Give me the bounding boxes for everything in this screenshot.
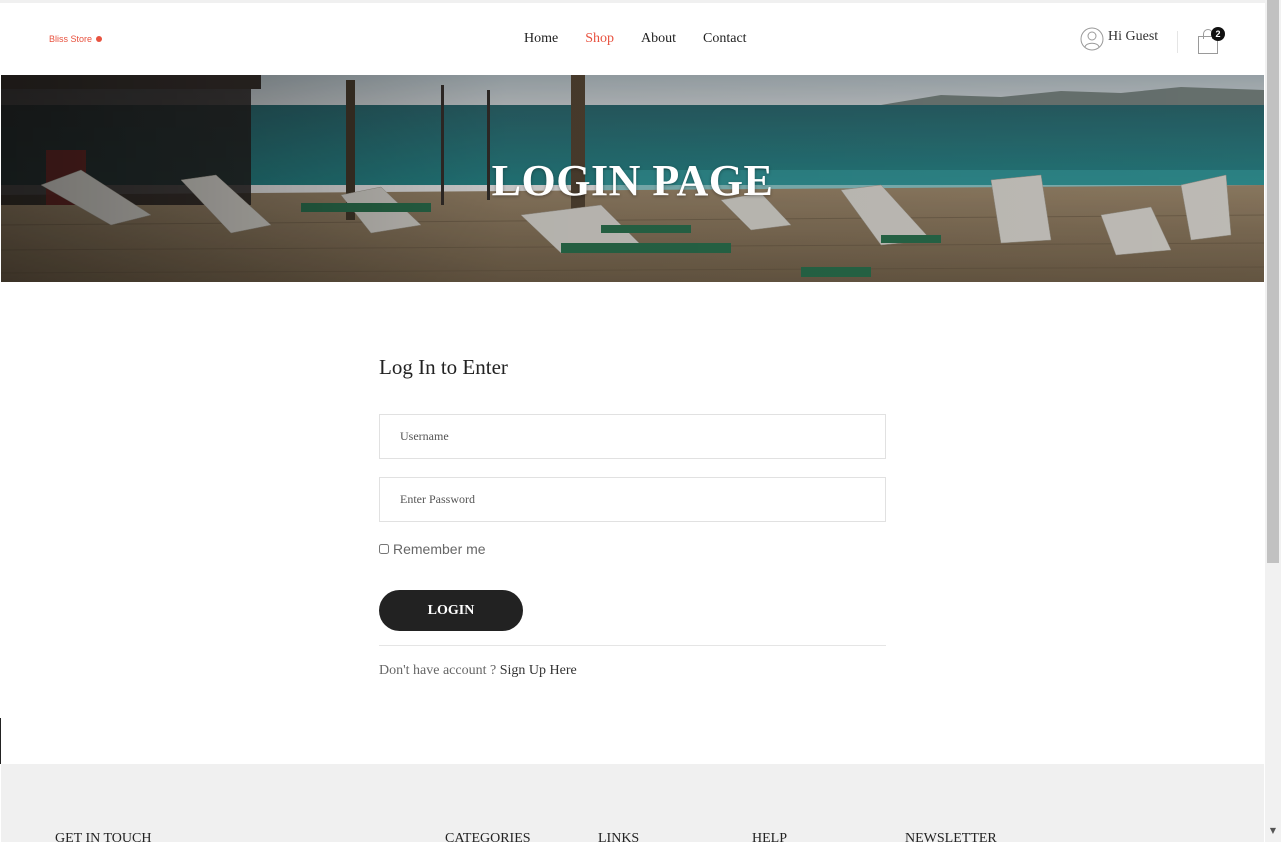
signup-prompt: Don't have account ? Sign Up Here	[379, 663, 577, 679]
site-footer: GET IN TOUCH CATEGORIES LINKS HELP NEWSL…	[1, 764, 1264, 842]
password-input[interactable]	[379, 477, 886, 522]
nav-item-about[interactable]: About	[641, 31, 676, 47]
login-form: Log In to Enter Remember me LOGIN Don't …	[379, 355, 886, 678]
footer-heading-links: LINKS	[598, 831, 640, 842]
nav-item-shop[interactable]: Shop	[585, 31, 614, 47]
site-header: Bliss Store Home Shop About Contact Hi G…	[0, 3, 1265, 75]
hero-banner: LOGIN PAGE	[1, 75, 1264, 282]
footer-heading-get-in-touch: GET IN TOUCH	[55, 831, 152, 842]
remember-me-label: Remember me	[393, 541, 486, 557]
left-edge-line	[0, 718, 1, 764]
remember-me-checkbox[interactable]	[379, 544, 389, 554]
cart-button[interactable]: 2	[1197, 27, 1227, 55]
scroll-down-arrow-icon[interactable]: ▼	[1268, 826, 1278, 836]
signup-prompt-text: Don't have account ?	[379, 663, 500, 678]
cart-count-badge: 2	[1211, 27, 1225, 41]
login-button[interactable]: LOGIN	[379, 590, 523, 631]
footer-heading-categories: CATEGORIES	[445, 831, 531, 842]
remember-me[interactable]: Remember me	[379, 541, 486, 557]
nav-item-contact[interactable]: Contact	[703, 31, 747, 47]
username-input[interactable]	[379, 414, 886, 459]
page-scrollbar[interactable]: ▼	[1265, 0, 1281, 842]
brand-name: Bliss Store	[49, 34, 93, 44]
brand-logo[interactable]: Bliss Store	[49, 34, 103, 44]
nav-item-home[interactable]: Home	[524, 31, 558, 47]
footer-heading-help: HELP	[752, 831, 787, 842]
user-circle-icon	[1080, 27, 1104, 51]
logo-dot-icon	[96, 36, 103, 42]
hero-title: LOGIN PAGE	[491, 156, 774, 205]
footer-heading-newsletter: NEWSLETTER	[905, 831, 997, 842]
form-divider	[379, 645, 886, 646]
user-greeting: Hi Guest	[1108, 29, 1159, 44]
user-menu[interactable]: Hi Guest	[1080, 27, 1158, 51]
scrollbar-thumb[interactable]	[1267, 0, 1279, 563]
header-divider	[1177, 31, 1178, 53]
signup-link[interactable]: Sign Up Here	[500, 663, 577, 678]
main-nav: Home Shop About Contact	[524, 31, 747, 47]
form-heading: Log In to Enter	[379, 355, 508, 379]
